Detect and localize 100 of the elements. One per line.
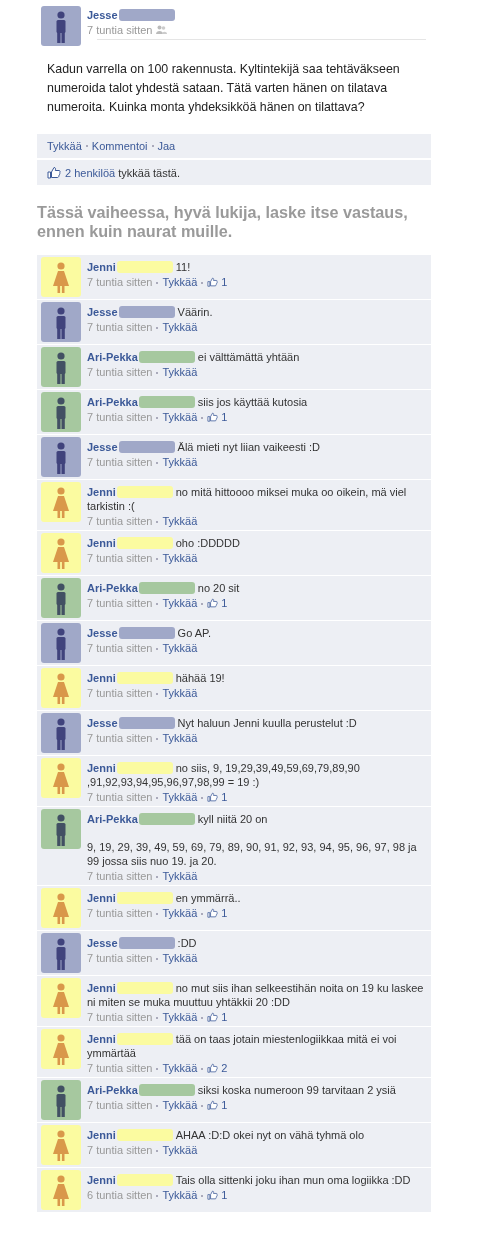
avatar[interactable] — [41, 482, 81, 522]
like-count[interactable]: 1 — [221, 1099, 228, 1111]
avatar[interactable] — [41, 809, 81, 849]
comment-text: Jenni Tais olla sittenki joku ihan mun oma logiikka :DD — [87, 1173, 412, 1187]
author-name[interactable]: Jenni — [87, 1033, 116, 1045]
heading: Tässä vaiheessa, hyvä lukija, laske itse vastaus, ennen kuin naurat muille. — [37, 203, 409, 241]
redacted-name-bar — [116, 537, 173, 549]
like-link[interactable]: Tykkää — [162, 1099, 198, 1111]
like-count[interactable]: 1 — [221, 1011, 228, 1023]
like-link[interactable]: Tykkää — [162, 791, 198, 803]
like-link[interactable]: Tykkää — [162, 642, 198, 654]
author-name[interactable]: Jesse — [87, 937, 118, 949]
like-link[interactable]: Tykkää — [162, 411, 198, 423]
redacted-name-bar — [118, 717, 175, 729]
author-name[interactable]: Jenni — [87, 982, 116, 994]
author-name[interactable]: Jenni — [87, 537, 116, 549]
redacted-name-bar — [138, 582, 195, 594]
avatar[interactable] — [41, 347, 81, 387]
redacted-name-bar — [116, 982, 173, 994]
avatar[interactable] — [41, 933, 81, 973]
avatar[interactable] — [41, 302, 81, 342]
author-name[interactable]: Jenni — [87, 892, 116, 904]
like-count[interactable]: 1 — [221, 1189, 228, 1201]
like-link[interactable]: Tykkää — [162, 515, 198, 527]
author-name[interactable]: Jenni — [87, 762, 116, 774]
author-name[interactable]: Jenni — [87, 672, 116, 684]
comment-text: Jesse Go AP. — [87, 626, 213, 640]
like-link[interactable]: Tykkää — [162, 321, 198, 333]
author-name[interactable]: Jesse — [87, 717, 118, 729]
like-link[interactable]: Tykkää — [162, 907, 198, 919]
like-link[interactable]: Tykkää — [162, 1144, 198, 1156]
like-count[interactable]: 1 — [221, 597, 228, 609]
likes-link[interactable]: 2 henkilöä — [65, 166, 116, 179]
author-name[interactable]: Jesse — [87, 627, 118, 639]
author-name[interactable]: Ari-Pekka — [87, 351, 138, 363]
like-link[interactable]: Tykkää — [162, 552, 198, 564]
author-name[interactable]: Jesse — [87, 9, 118, 21]
author-name[interactable]: Jesse — [87, 306, 118, 318]
like-link[interactable]: Tykkää — [162, 1011, 198, 1023]
like-link[interactable]: Tykkää — [162, 276, 198, 288]
comment-time: 7 tuntia sitten — [87, 276, 153, 288]
comment-text: Jesse Väärin. — [87, 305, 214, 319]
author-name[interactable]: Jenni — [87, 1129, 116, 1141]
avatar[interactable] — [41, 257, 81, 297]
avatar[interactable] — [41, 437, 81, 477]
action-link[interactable]: Tykkää — [47, 140, 82, 152]
avatar[interactable] — [41, 978, 81, 1018]
avatar[interactable] — [41, 578, 81, 618]
comment-time: 7 tuntia sitten — [87, 791, 153, 803]
author-name[interactable]: Ari-Pekka — [87, 813, 138, 825]
avatar[interactable] — [41, 668, 81, 708]
comment-text: Ari-Pekka no 20 sit — [87, 581, 241, 595]
like-link[interactable]: Tykkää — [162, 870, 198, 882]
action-link[interactable]: Jaa — [157, 140, 176, 152]
comment-text: Ari-Pekka siksi koska numeroon 99 tarvitaan 2 ysiä — [87, 1083, 397, 1097]
comment-time: 7 tuntia sitten — [87, 870, 153, 882]
redacted-name-bar — [116, 261, 173, 273]
author-name[interactable]: Jenni — [87, 486, 116, 498]
avatar[interactable] — [41, 392, 81, 432]
author-name[interactable]: Ari-Pekka — [87, 396, 138, 408]
redacted-name-bar — [116, 486, 173, 498]
author-name[interactable]: Jenni — [87, 1174, 116, 1186]
like-link[interactable]: Tykkää — [162, 687, 198, 699]
comment-time: 7 tuntia sitten — [87, 952, 153, 964]
comment-time: 7 tuntia sitten — [87, 732, 153, 744]
avatar[interactable] — [41, 623, 81, 663]
avatar[interactable] — [41, 713, 81, 753]
avatar[interactable] — [41, 1170, 81, 1210]
avatar[interactable] — [41, 1029, 81, 1069]
like-link[interactable]: Tykkää — [162, 456, 198, 468]
post-text: Kadun varrella on 100 rakennusta. Kyltintekijä saa tehtäväkseen numeroida talot yhdestä sataan. Tätä varten hänen on tilatava numeroita. Kuinka monta yhdeksikköä hänen on tilattava? — [46, 61, 401, 116]
like-link[interactable]: Tykkää — [162, 1189, 198, 1201]
like-link[interactable]: Tykkää — [162, 952, 198, 964]
like-link[interactable]: Tykkää — [162, 732, 198, 744]
comment-time: 7 tuntia sitten — [87, 456, 153, 468]
avatar[interactable] — [41, 1125, 81, 1165]
avatar[interactable] — [41, 1080, 81, 1120]
thumbs-up-icon — [207, 792, 219, 802]
like-count[interactable]: 1 — [221, 276, 228, 288]
action-link[interactable]: Kommentoi — [91, 140, 148, 152]
author-name[interactable]: Ari-Pekka — [87, 1084, 138, 1096]
avatar[interactable] — [41, 888, 81, 928]
like-count[interactable]: 1 — [221, 411, 228, 423]
avatar[interactable] — [41, 758, 81, 798]
redacted-name-bar — [116, 1033, 173, 1045]
avatar[interactable] — [41, 533, 81, 573]
avatar[interactable] — [41, 6, 81, 46]
like-link[interactable]: Tykkää — [162, 597, 198, 609]
author-name[interactable]: Ari-Pekka — [87, 582, 138, 594]
comment-text: Jenni no mut siis ihan selkeestihän noita on 19 ku laskee ni miten se muka muuttuu yhtäkkii 20 :DD — [87, 981, 425, 1009]
redacted-name-bar — [138, 813, 195, 825]
like-count[interactable]: 1 — [221, 791, 228, 803]
like-link[interactable]: Tykkää — [162, 366, 198, 378]
comment-time: 7 tuntia sitten — [87, 411, 153, 423]
like-count[interactable]: 2 — [221, 1062, 228, 1074]
like-count[interactable]: 1 — [221, 907, 228, 919]
author-name[interactable]: Jesse — [87, 441, 118, 453]
redacted-name-bar — [118, 627, 175, 639]
like-link[interactable]: Tykkää — [162, 1062, 198, 1074]
author-name[interactable]: Jenni — [87, 261, 116, 273]
